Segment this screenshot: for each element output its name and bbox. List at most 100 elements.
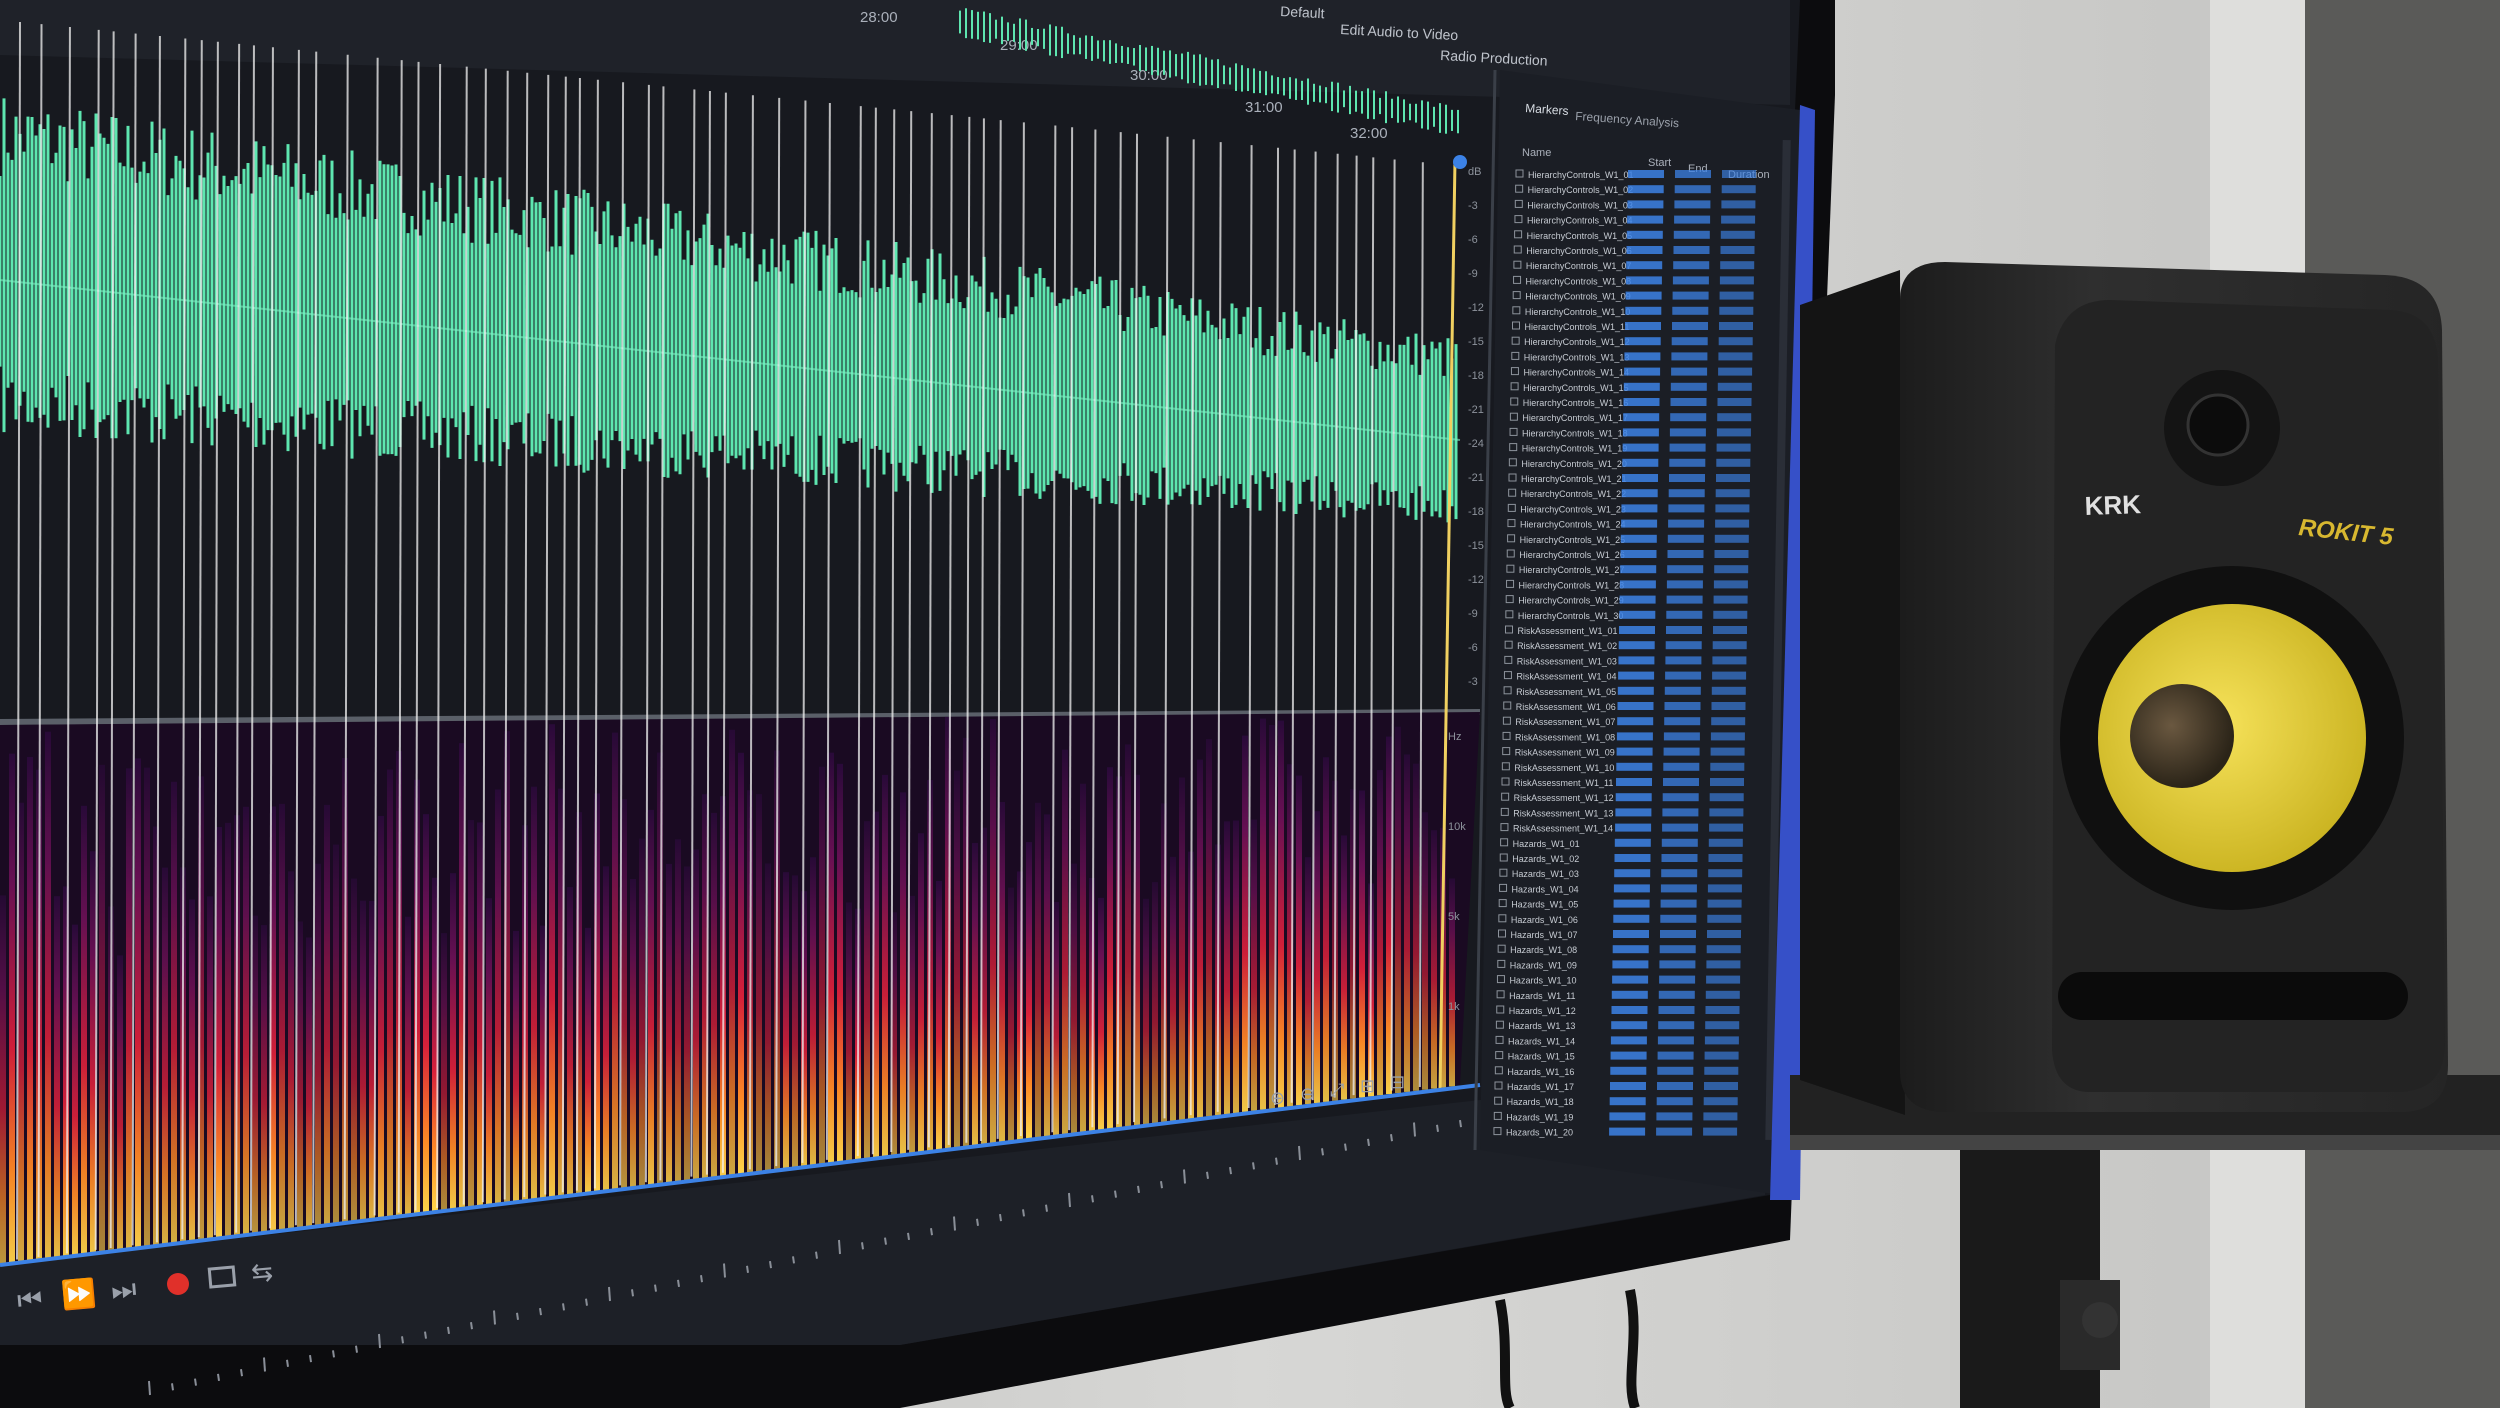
marker-row-name: Hazards_W1_08 [1510, 945, 1577, 955]
marker-row-name: HierarchyControls_W1_18 [1522, 428, 1628, 438]
studio-monitor-speaker: KRK ROKIT 5 [1800, 262, 2448, 1115]
marker-row-name: HierarchyControls_W1_11 [1525, 322, 1630, 332]
record-icon[interactable] [167, 1273, 189, 1295]
marker-row-name: RiskAssessment_W1_03 [1517, 656, 1617, 666]
skip-end-icon[interactable]: ⏭ [110, 1273, 138, 1306]
spectrogram-column [117, 955, 123, 1251]
marker-row-name: HierarchyControls_W1_01 [1528, 170, 1634, 180]
spectrogram-column [909, 895, 915, 1153]
marker-row-end [1663, 778, 1699, 786]
marker-row-start [1617, 686, 1654, 695]
marker-row-name: HierarchyControls_W1_02 [1528, 185, 1634, 195]
marker-row-start [1625, 291, 1662, 300]
zoom-ruler-tick [1114, 1190, 1117, 1198]
marker-row-end [1660, 899, 1697, 908]
marker-row-end [1662, 823, 1699, 832]
spectrogram-column [684, 866, 690, 1181]
marker-row-start [1622, 474, 1658, 482]
zoom-ruler-tick [1068, 1192, 1071, 1208]
zoom-out-icon[interactable]: ⊖ [1300, 1084, 1315, 1104]
db-scale-label: -21 [1468, 404, 1484, 416]
marker-row-duration [1720, 230, 1755, 239]
db-scale-label: -18 [1468, 370, 1484, 382]
marker-row-name: HierarchyControls_W1_06 [1526, 246, 1632, 256]
db-scale-label: -15 [1468, 336, 1484, 348]
zoom-ruler-tick [1390, 1134, 1393, 1142]
marker-row-duration [1714, 534, 1749, 543]
marker-row-name: HierarchyControls_W1_07 [1526, 261, 1632, 271]
spectrogram-column [1242, 735, 1248, 1112]
workspace-default[interactable]: Default [1280, 3, 1325, 21]
marker-row-end [1662, 808, 1699, 817]
marker-row-name: RiskAssessment_W1_09 [1515, 748, 1615, 758]
hz-scale-label: 5k [1448, 911, 1460, 923]
marker-row-duration [1719, 306, 1754, 315]
marker-row-name: Hazards_W1_10 [1509, 976, 1576, 986]
zoom-in-icon[interactable]: ⊕ [1270, 1088, 1285, 1108]
spectrogram-column [279, 803, 285, 1231]
marker-row-start [1619, 580, 1656, 589]
skip-selection-icon[interactable]: ⇆ [250, 1256, 274, 1288]
marker-row-start [1628, 170, 1664, 178]
marker-row-duration [1715, 489, 1750, 498]
rewind-icon[interactable]: ⏮ [16, 1283, 44, 1316]
col-start[interactable]: Start [1648, 157, 1671, 169]
marker-row-start [1612, 945, 1649, 954]
spectrogram-column [1035, 802, 1041, 1138]
zoom-ruler-tick [723, 1263, 726, 1278]
marker-row-duration [1721, 215, 1756, 224]
marker-row-name: RiskAssessment_W1_05 [1516, 687, 1616, 697]
marker-row-start [1618, 671, 1655, 680]
marker-row-end [1656, 1112, 1693, 1121]
marker-row-end [1659, 975, 1696, 984]
spectrogram-column [711, 812, 717, 1178]
marker-row-start [1618, 656, 1655, 665]
spectrogram-column [333, 844, 339, 1224]
spectrogram-column [819, 766, 825, 1165]
zoom-time-icon[interactable]: ⊟ [1390, 1072, 1405, 1092]
col-name[interactable]: Name [1522, 147, 1551, 159]
marker-row-start [1621, 519, 1658, 528]
spectrogram-column [1197, 759, 1203, 1118]
marker-row-start [1627, 215, 1664, 224]
zoom-ruler-tick [608, 1286, 611, 1302]
spectrogram-column [405, 916, 411, 1216]
marker-row-name: HierarchyControls_W1_28 [1519, 580, 1625, 590]
marker-row-end [1674, 185, 1711, 194]
marker-row-start [1613, 884, 1650, 893]
marker-row-start [1614, 838, 1651, 847]
spectrogram-column [1062, 749, 1068, 1135]
marker-row-name: HierarchyControls_W1_25 [1520, 535, 1626, 545]
zoom-full-icon[interactable]: ⤢ [1330, 1080, 1345, 1100]
marker-row-start [1610, 1051, 1647, 1060]
zoom-ruler-tick [1091, 1195, 1094, 1203]
marker-row-start [1619, 610, 1656, 619]
hz-scale-label: 1k [1448, 1001, 1460, 1013]
marker-row-duration [1710, 732, 1745, 741]
zoom-ruler-tick [861, 1242, 864, 1250]
marker-row-duration [1708, 838, 1743, 847]
zoom-selection-icon[interactable]: ⊞ [1360, 1076, 1375, 1096]
marker-row-duration [1707, 899, 1742, 908]
marker-row-start [1624, 337, 1661, 346]
marker-row-duration [1706, 945, 1741, 954]
marker-row-duration [1716, 458, 1751, 467]
db-scale-label: -6 [1468, 642, 1478, 654]
marker-row-name: Hazards_W1_11 [1509, 991, 1575, 1001]
spectrogram-column [648, 809, 654, 1186]
marker-row-name: Hazards_W1_17 [1507, 1082, 1574, 1092]
spectrogram-column [162, 867, 168, 1246]
spectrogram-column [378, 815, 384, 1219]
playhead-handle[interactable] [1453, 155, 1467, 169]
db-scale-label: -9 [1468, 268, 1478, 280]
marker-row-start [1623, 382, 1660, 391]
marker-row-end [1669, 474, 1705, 482]
fast-forward-icon[interactable]: ⏩ [60, 1276, 98, 1312]
zoom-ruler-tick [631, 1289, 634, 1297]
spectrogram-column [81, 805, 87, 1256]
marker-row-duration [1714, 550, 1749, 558]
db-scale-label: dB [1468, 166, 1481, 178]
spectrogram-column [837, 763, 843, 1162]
marker-row-start [1613, 899, 1650, 908]
marker-row-name: HierarchyControls_W1_05 [1527, 231, 1633, 241]
